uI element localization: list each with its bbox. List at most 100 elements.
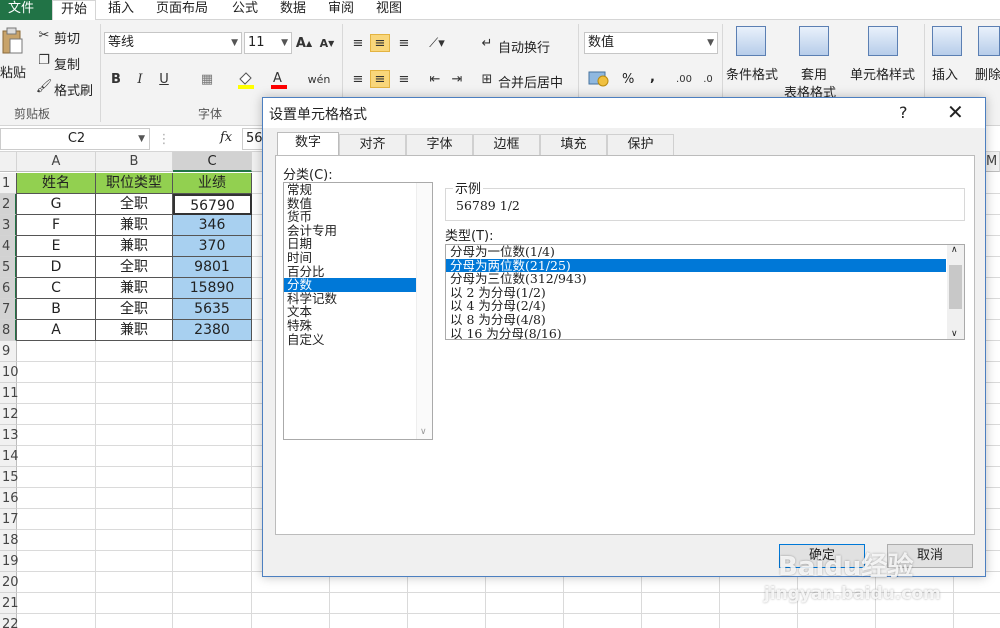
accounting-format-icon[interactable]	[586, 68, 612, 88]
data-cell[interactable]: 兼职	[96, 215, 173, 236]
chevron-down-icon[interactable]: ∨	[420, 427, 427, 437]
data-cell[interactable]: G	[17, 194, 96, 215]
align-middle-icon[interactable]: ≡	[370, 34, 390, 52]
type-item[interactable]: 分母为两位数(21/25)	[446, 258, 946, 273]
align-top-icon[interactable]: ≡	[348, 34, 368, 52]
row-header[interactable]: 11	[0, 383, 19, 404]
paste-icon[interactable]	[0, 26, 24, 56]
delete-cells-button[interactable]: 删除	[975, 64, 1000, 83]
row-header[interactable]: 6	[0, 278, 17, 299]
type-item[interactable]: 分母为三位数(312/943)	[446, 272, 946, 286]
align-right-icon[interactable]: ≡	[394, 70, 414, 88]
type-item[interactable]: 分母为一位数(1/4)	[446, 245, 946, 259]
row-header[interactable]: 7	[0, 299, 17, 320]
category-item[interactable]: 常规	[284, 183, 432, 197]
row-header[interactable]: 20	[0, 572, 19, 593]
row-header[interactable]: 2	[0, 194, 17, 215]
align-left-icon[interactable]: ≡	[348, 70, 368, 88]
category-item[interactable]: 文本	[284, 305, 432, 319]
align-center-icon[interactable]: ≡	[370, 70, 390, 88]
category-item[interactable]: 货币	[284, 210, 432, 224]
underline-button[interactable]: U	[156, 70, 172, 88]
header-cell[interactable]: 姓名	[17, 173, 96, 194]
row-header[interactable]: 22	[0, 614, 19, 628]
row-header[interactable]: 3	[0, 215, 17, 236]
increase-indent-icon[interactable]: ⇥	[448, 70, 466, 88]
table-format-line1[interactable]: 套用	[801, 64, 827, 83]
number-format-select[interactable]: 数值 ▼	[584, 32, 718, 54]
select-all-corner[interactable]	[0, 152, 17, 172]
conditional-format-icon[interactable]	[736, 26, 766, 56]
cell-styles-button[interactable]: 单元格样式	[850, 64, 915, 83]
delete-cells-icon[interactable]	[978, 26, 1000, 56]
tab-page-layout[interactable]: 页面布局	[148, 0, 216, 20]
data-cell[interactable]: D	[17, 257, 96, 278]
format-painter-button[interactable]: 格式刷	[54, 80, 93, 99]
data-cell[interactable]: 兼职	[96, 236, 173, 257]
type-list[interactable]: 分母为一位数(1/4) 分母为两位数(21/25) 分母为三位数(312/943) 以…	[445, 244, 965, 340]
tab-data[interactable]: 数据	[272, 0, 314, 20]
font-size-select[interactable]: 11 ▼	[244, 32, 292, 54]
tab-insert[interactable]: 插入	[100, 0, 142, 20]
header-cell[interactable]: 职位类型	[96, 173, 173, 194]
row-header[interactable]: 13	[0, 425, 19, 446]
category-item[interactable]: 数值	[284, 196, 432, 211]
increase-font-icon[interactable]: A ▲	[295, 34, 313, 52]
help-icon[interactable]: ?	[899, 103, 908, 122]
row-header[interactable]: 15	[0, 467, 19, 488]
scrollbar-thumb[interactable]	[949, 265, 962, 309]
chevron-down-icon[interactable]: ∨	[951, 329, 958, 339]
category-item[interactable]: 分数	[284, 278, 432, 292]
category-item[interactable]: 百分比	[284, 264, 432, 279]
tab-formulas[interactable]: 公式	[224, 0, 266, 20]
data-cell[interactable]: 5635	[173, 299, 252, 320]
row-header[interactable]: 4	[0, 236, 17, 257]
row-header[interactable]: 21	[0, 593, 19, 614]
increase-decimal-icon[interactable]: .00	[674, 70, 694, 88]
ok-button[interactable]: 确定	[779, 544, 865, 568]
column-header-a[interactable]: A	[17, 152, 96, 172]
decrease-font-icon[interactable]: A ▼	[318, 34, 336, 52]
cell-styles-icon[interactable]	[868, 26, 898, 56]
tab-protection[interactable]: 保护	[607, 134, 674, 156]
close-icon[interactable]: ✕	[947, 100, 964, 124]
category-item[interactable]: 时间	[284, 251, 432, 265]
type-item[interactable]: 以 16 为分母(8/16)	[446, 326, 946, 339]
column-header-b[interactable]: B	[96, 152, 173, 172]
row-header[interactable]: 12	[0, 404, 19, 425]
decrease-indent-icon[interactable]: ⇤	[426, 70, 444, 88]
tab-review[interactable]: 审阅	[320, 0, 362, 20]
type-item[interactable]: 以 2 为分母(1/2)	[446, 286, 946, 300]
data-cell[interactable]: 全职	[96, 194, 173, 215]
data-cell[interactable]: 370	[173, 236, 252, 257]
insert-cells-icon[interactable]	[932, 26, 962, 56]
chevron-up-icon[interactable]: ∧	[951, 245, 958, 255]
paste-button[interactable]: 粘贴	[0, 62, 26, 81]
category-scrollbar[interactable]: ∨	[416, 183, 432, 439]
table-format-icon[interactable]	[799, 26, 829, 56]
tab-alignment[interactable]: 对齐	[339, 134, 406, 156]
cancel-button[interactable]: 取消	[887, 544, 973, 568]
data-cell[interactable]: 2380	[173, 320, 252, 341]
data-cell[interactable]: B	[17, 299, 96, 320]
column-header-m[interactable]: M	[986, 152, 997, 172]
category-item[interactable]: 科学记数	[284, 292, 432, 306]
data-cell[interactable]: 全职	[96, 299, 173, 320]
data-cell[interactable]: 9801	[173, 257, 252, 278]
type-item[interactable]: 以 4 为分母(2/4)	[446, 299, 946, 313]
align-bottom-icon[interactable]: ≡	[394, 34, 414, 52]
font-name-select[interactable]: 等线 ▼	[104, 32, 242, 54]
row-header[interactable]: 9	[0, 341, 17, 362]
phonetic-icon[interactable]: wén	[306, 68, 332, 90]
category-item[interactable]: 特殊	[284, 319, 432, 333]
fill-color-icon[interactable]	[235, 68, 257, 90]
row-header[interactable]: 14	[0, 446, 19, 467]
tab-view[interactable]: 视图	[368, 0, 410, 20]
italic-button[interactable]: I	[132, 70, 148, 88]
tab-border[interactable]: 边框	[473, 134, 540, 156]
category-item[interactable]: 日期	[284, 237, 432, 251]
column-header-c[interactable]: C	[173, 152, 252, 172]
tab-file[interactable]: 文件	[0, 0, 52, 20]
percent-button[interactable]: %	[622, 72, 634, 87]
cut-button[interactable]: 剪切	[54, 28, 80, 47]
